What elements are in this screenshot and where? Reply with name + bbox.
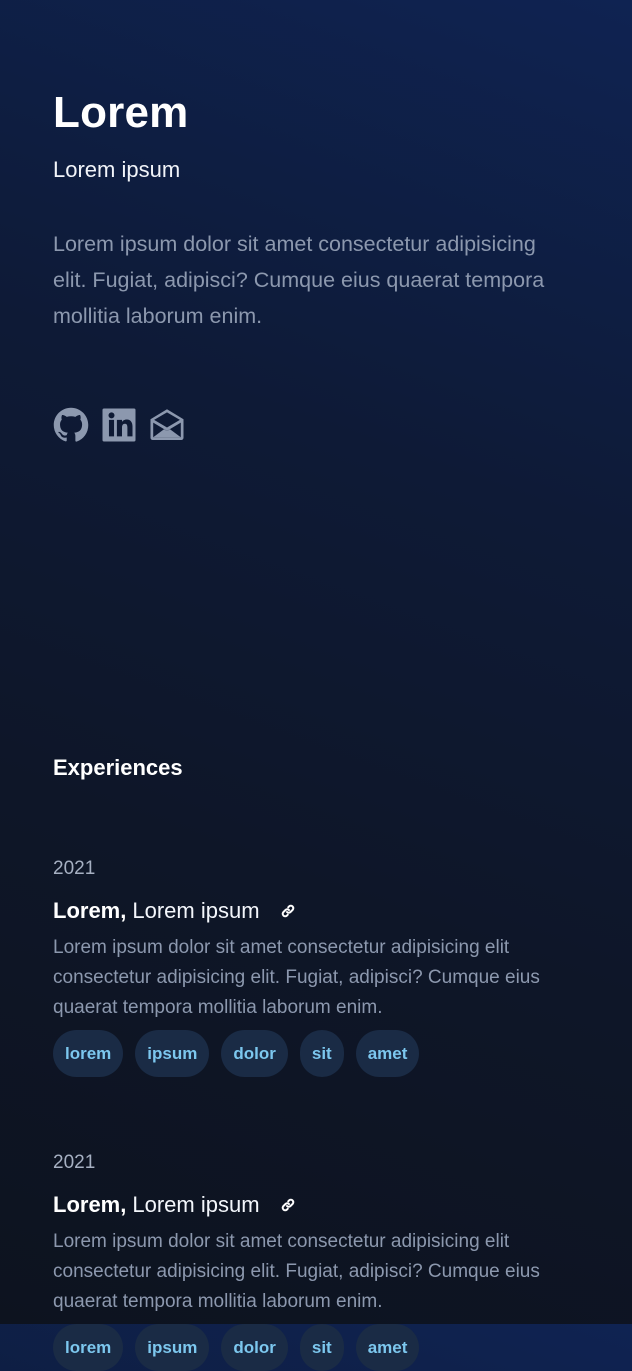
tag-chip: dolor	[221, 1030, 288, 1077]
page-title: Lorem	[53, 88, 189, 137]
experience-year: 2021	[53, 1152, 96, 1173]
tag-chip: amet	[355, 1030, 420, 1077]
github-link[interactable]	[53, 407, 89, 443]
intro-text: Lorem ipsum dolor sit amet consectetur a…	[53, 232, 545, 328]
linkedin-icon	[102, 408, 136, 442]
tag-chip: lorem	[53, 1324, 124, 1371]
github-icon	[53, 407, 89, 442]
tag-chip: ipsum	[135, 1030, 210, 1077]
experience-role: Lorem ipsum	[132, 898, 260, 923]
page-subtitle: Lorem ipsum	[53, 157, 181, 182]
link-icon	[281, 904, 294, 918]
email-link[interactable]	[149, 407, 185, 443]
link-icon	[281, 1198, 294, 1212]
experience-heading: Lorem, Lorem ipsum	[53, 898, 296, 924]
tag-chip: sit	[299, 1324, 344, 1371]
mail-icon	[150, 409, 184, 440]
experience-heading: Lorem, Lorem ipsum	[53, 1192, 296, 1218]
experience-company: Lorem,	[53, 898, 127, 923]
experiences-heading: Experiences	[53, 755, 183, 780]
tag-list: lorem ipsum dolor sit amet	[53, 1030, 420, 1077]
tag-chip: ipsum	[135, 1324, 210, 1371]
tag-chip: dolor	[221, 1324, 288, 1371]
tag-list: lorem ipsum dolor sit amet	[53, 1324, 420, 1371]
experience-company: Lorem,	[53, 1192, 127, 1217]
tag-chip: lorem	[53, 1030, 124, 1077]
experience-link[interactable]	[280, 903, 296, 919]
experience-role: Lorem ipsum	[132, 1192, 260, 1217]
social-links	[53, 407, 185, 443]
linkedin-link[interactable]	[101, 407, 137, 443]
experience-description: Lorem ipsum dolor sit amet consectetur a…	[53, 937, 540, 1018]
experience-description: Lorem ipsum dolor sit amet consectetur a…	[53, 1231, 540, 1312]
tag-chip: amet	[355, 1324, 420, 1371]
experience-link[interactable]	[280, 1197, 296, 1213]
experience-year: 2021	[53, 858, 96, 879]
tag-chip: sit	[299, 1030, 344, 1077]
